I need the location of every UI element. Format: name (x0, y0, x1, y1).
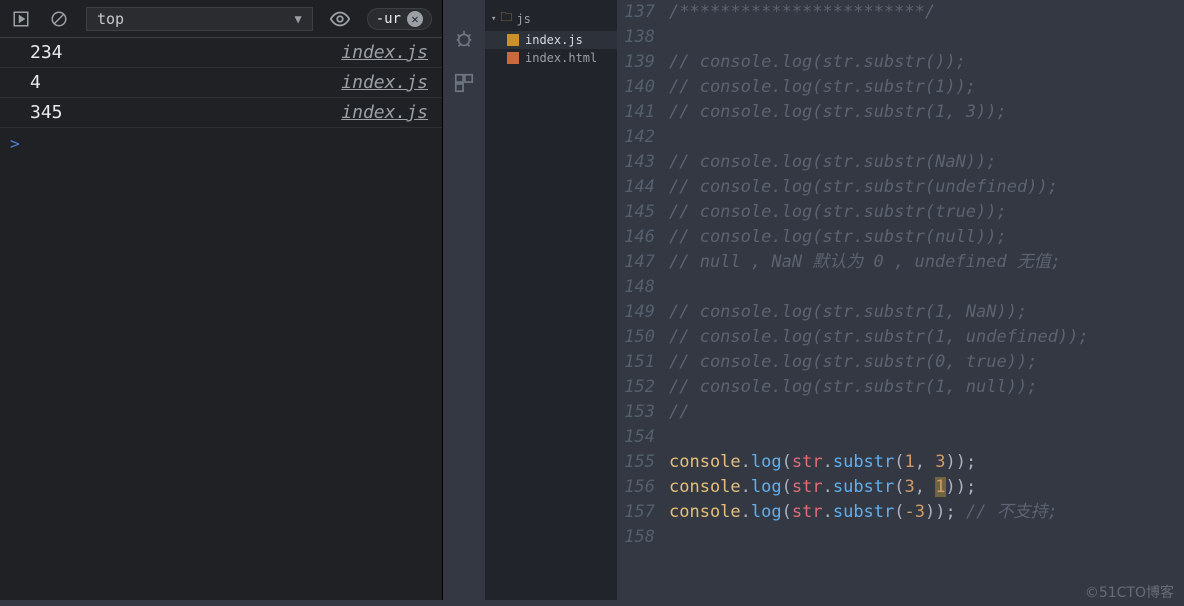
filter-text: -ur (376, 11, 401, 27)
code-lines: /************************/ // console.lo… (669, 0, 1184, 600)
console-row[interactable]: 4index.js (0, 68, 442, 98)
chevron-down-icon: ▾ (491, 14, 496, 24)
eye-icon[interactable] (329, 8, 351, 30)
line-gutter: 1371381391401411421431441451461471481491… (617, 0, 669, 600)
code-area[interactable]: 1371381391401411421431441451461471481491… (617, 0, 1184, 600)
context-label: top (97, 10, 124, 28)
console-log-list: 234index.js4index.js345index.js (0, 38, 442, 128)
filter-pill[interactable]: -ur ✕ (367, 8, 432, 30)
console-row[interactable]: 234index.js (0, 38, 442, 68)
activity-bar (443, 0, 485, 600)
file-icon (507, 34, 519, 46)
extensions-icon[interactable] (453, 72, 475, 94)
log-source[interactable]: index.js (341, 72, 428, 93)
context-selector[interactable]: top ▼ (86, 7, 313, 31)
console-row[interactable]: 345index.js (0, 98, 442, 128)
file-name: index.html (525, 51, 597, 65)
chevron-down-icon: ▼ (294, 12, 301, 26)
folder-name: js (516, 12, 530, 26)
log-source[interactable]: index.js (341, 42, 428, 63)
file-explorer: ▾ 🗀 js index.js index.html (485, 0, 617, 600)
folder-row[interactable]: ▾ 🗀 js (485, 6, 617, 31)
close-icon[interactable]: ✕ (407, 11, 423, 27)
folder-icon: 🗀 (500, 8, 512, 29)
file-row[interactable]: index.js (485, 31, 617, 49)
log-value: 4 (30, 72, 341, 93)
log-source[interactable]: index.js (341, 102, 428, 123)
play-icon[interactable] (10, 8, 32, 30)
file-icon (507, 52, 519, 64)
console-prompt[interactable]: > (0, 128, 442, 159)
code-editor: ▾ 🗀 js index.js index.html 13713813914014… (443, 0, 1184, 600)
devtools-toolbar: top ▼ -ur ✕ (0, 0, 442, 38)
log-value: 345 (30, 102, 341, 123)
debug-icon[interactable] (453, 28, 475, 50)
log-value: 234 (30, 42, 341, 63)
devtools-panel: top ▼ -ur ✕ 234index.js4index.js345index… (0, 0, 443, 600)
file-name: index.js (525, 33, 583, 47)
watermark: ©51CTO博客 (1085, 582, 1174, 602)
file-row[interactable]: index.html (485, 49, 617, 67)
clear-icon[interactable] (48, 8, 70, 30)
